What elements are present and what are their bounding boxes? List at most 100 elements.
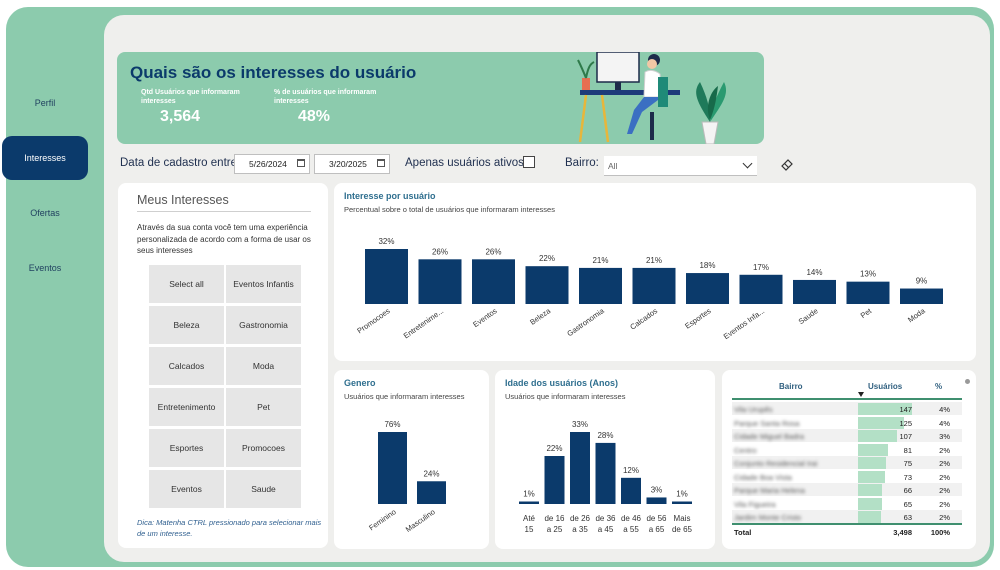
slicer-option-entretenimento[interactable]: Entretenimento — [149, 388, 224, 426]
sort-desc-icon[interactable] — [858, 392, 864, 397]
bairro-name-cell[interactable]: Jardim Monte Cristo — [734, 513, 801, 522]
slicer-option-eventos-infantis[interactable]: Eventos Infantis — [226, 265, 301, 303]
bairro-name-cell[interactable]: Centro — [734, 446, 757, 455]
usuarios-cell: 81 — [903, 445, 912, 455]
plant-leaf — [696, 82, 710, 122]
kpi-users-label: Qtd Usuários que informaram interesses — [141, 89, 240, 105]
date-end-value: 3/20/2025 — [329, 159, 367, 169]
category-label: Esportes — [683, 306, 713, 330]
category-label: de 26 — [570, 514, 591, 523]
bar — [595, 442, 616, 504]
usuarios-cell: 66 — [903, 486, 912, 495]
bairro-name-cell[interactable]: Conjunto Residencial Irai — [734, 459, 817, 468]
slicer-option-calcados[interactable]: Calcados — [149, 347, 224, 385]
bairro-table-card: Bairro Usuários % Vila Urupês 147 4% Parque… — [722, 370, 976, 549]
slicer-option-eventos[interactable]: Eventos — [149, 470, 224, 508]
nav-item-ofertas[interactable]: Ofertas — [2, 191, 88, 235]
nav-item-perfil[interactable]: Perfil — [2, 81, 88, 125]
bairro-select[interactable]: All — [604, 156, 757, 176]
usuarios-data-bar — [858, 470, 885, 483]
column-header-percent[interactable]: % — [935, 382, 942, 391]
bairro-filter-label: Bairro: — [565, 157, 599, 169]
interest-chart-card: Interesse por usuário Percentual sobre o… — [334, 183, 976, 361]
slicer-option-promocoes[interactable]: Promocoes — [226, 429, 301, 467]
slicer-option-moda[interactable]: Moda — [226, 347, 301, 385]
plant-vase — [701, 121, 719, 144]
percent-cell: 2% — [939, 499, 950, 509]
bar — [365, 249, 408, 304]
nav-label: Eventos — [28, 263, 62, 273]
divider — [137, 211, 311, 212]
bairro-name-cell[interactable]: Parque Santa Rosa — [734, 419, 799, 428]
usuarios-cell: 125 — [899, 418, 912, 428]
usuarios-cell: 147 — [899, 405, 912, 414]
data-label: 76% — [384, 420, 400, 429]
percent-cell: 2% — [939, 472, 950, 482]
column-header-bairro[interactable]: Bairro — [779, 382, 803, 391]
woman-at-desk-illustration — [577, 52, 727, 144]
category-label: de 16 — [544, 514, 565, 523]
eraser-icon[interactable] — [780, 157, 794, 171]
bairro-name-cell[interactable]: Cidade Miguel Badra — [734, 432, 804, 441]
category-label: Promocoes — [355, 306, 391, 335]
column-header-usuarios[interactable]: Usuários — [868, 382, 902, 391]
interests-tip: Dica: Matenha CTRL pressionado para sele… — [137, 518, 322, 538]
slicer-option-saude[interactable]: Saude — [226, 470, 301, 508]
kpi-percent-value: 48% — [297, 108, 331, 125]
bar — [544, 456, 565, 504]
bar — [417, 481, 446, 504]
category-label: Mais — [674, 514, 691, 523]
slicer-option-beleza[interactable]: Beleza — [149, 306, 224, 344]
date-end-input[interactable]: 3/20/2025 — [314, 154, 390, 174]
data-label: 9% — [916, 277, 928, 286]
date-start-value: 5/26/2024 — [249, 159, 287, 169]
date-filter-label: Data de cadastro entre: — [120, 157, 241, 169]
data-label: 14% — [806, 268, 822, 277]
category-label: de 36 — [595, 514, 616, 523]
nav-label: Ofertas — [30, 208, 60, 218]
slicer-option-esportes[interactable]: Esportes — [149, 429, 224, 467]
nav-item-eventos[interactable]: Eventos — [2, 246, 88, 290]
category-label: Calcados — [628, 306, 659, 331]
category-label: de 46 — [621, 514, 642, 523]
bar — [632, 267, 676, 304]
bairro-name-cell[interactable]: Vila Urupês — [734, 405, 773, 414]
bairro-name-cell[interactable]: Parque Maria Helena — [734, 486, 805, 495]
category-label: a 35 — [572, 525, 588, 534]
bar — [519, 501, 539, 504]
total-label: Total — [734, 528, 752, 537]
plant-pot — [582, 78, 590, 90]
nav-label: Interesses — [24, 153, 66, 163]
bairro-name-cell[interactable]: Cidade Boa Vista — [734, 473, 792, 482]
scrollbar-thumb[interactable] — [965, 379, 970, 384]
bar — [793, 279, 836, 304]
age-bar-chart: 1% Até 15 22% de 16 a 25 33% de 26 a 35 28% de 36 a… — [519, 420, 693, 534]
category-label: a 65 — [649, 525, 665, 534]
interests-description: Através da sua conta você tem uma experi… — [137, 223, 311, 255]
data-label: 32% — [378, 237, 394, 246]
slicer-option-select-all[interactable]: Select all — [149, 265, 224, 303]
slicer-option-pet[interactable]: Pet — [226, 388, 301, 426]
bar — [846, 281, 890, 304]
active-users-checkbox[interactable] — [523, 156, 535, 168]
bairro-name-cell[interactable]: Vila Figueira — [734, 500, 776, 509]
date-start-input[interactable]: 5/26/2024 — [234, 154, 310, 174]
category-label: Beleza — [528, 306, 553, 327]
data-label: 24% — [423, 469, 439, 478]
usuarios-data-bar — [858, 511, 882, 523]
small-plant — [577, 59, 595, 79]
woman-head — [647, 59, 657, 69]
calendar-icon[interactable] — [297, 159, 305, 167]
age-chart-card: Idade dos usuários (Anos) Usuários que i… — [495, 370, 715, 549]
slicer-option-gastronomia[interactable]: Gastronomia — [226, 306, 301, 344]
usuarios-cell: 63 — [903, 513, 912, 522]
chevron-down-icon — [742, 158, 753, 169]
calendar-icon[interactable] — [377, 159, 385, 167]
category-label: a 45 — [598, 525, 614, 534]
bar — [570, 432, 590, 504]
percent-cell: 4% — [939, 418, 950, 428]
bar — [472, 259, 515, 304]
nav-item-interesses[interactable]: Interesses — [2, 136, 88, 180]
category-label: de 56 — [646, 514, 667, 523]
data-label: 21% — [646, 256, 662, 265]
